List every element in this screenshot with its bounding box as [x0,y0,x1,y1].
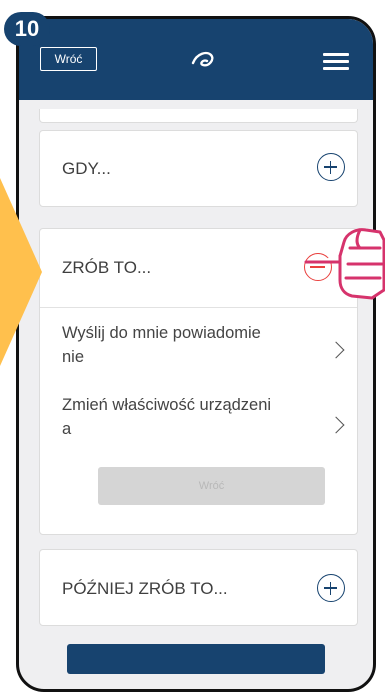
add-condition-button[interactable] [317,153,345,181]
later-section-label: PÓŹNIEJ ZRÓB TO... [62,579,228,598]
app-header: Wróć [19,19,373,100]
action-option-label: nie [62,348,85,366]
hamburger-menu-icon[interactable] [323,53,349,70]
phone-frame: Wróć GDY... ZRÓB TO... Wyślij do mnie po… [16,16,376,692]
action-option-label: a [62,420,72,438]
back-button[interactable]: Wróć [98,467,325,505]
if-section-label: GDY... [62,159,111,178]
pointing-hand-icon [304,228,385,300]
add-later-action-button[interactable] [317,574,345,602]
later-section-card: PÓŹNIEJ ZRÓB TO... [39,549,358,626]
header-back-button[interactable]: Wróć [40,47,97,71]
step-number-badge: 10 [4,12,50,46]
pointer-arrow-icon [0,178,42,366]
action-option-label: Wyślij do mnie powiadomie [62,324,261,342]
save-bar[interactable] [67,644,325,674]
then-section-label: ZRÓB TO... [62,258,152,277]
previous-card [39,109,358,123]
section-divider [40,307,357,308]
if-section-card: GDY... [39,130,358,207]
action-option-label: Zmień właściwość urządzeni [62,396,272,414]
app-logo-icon [191,51,214,67]
